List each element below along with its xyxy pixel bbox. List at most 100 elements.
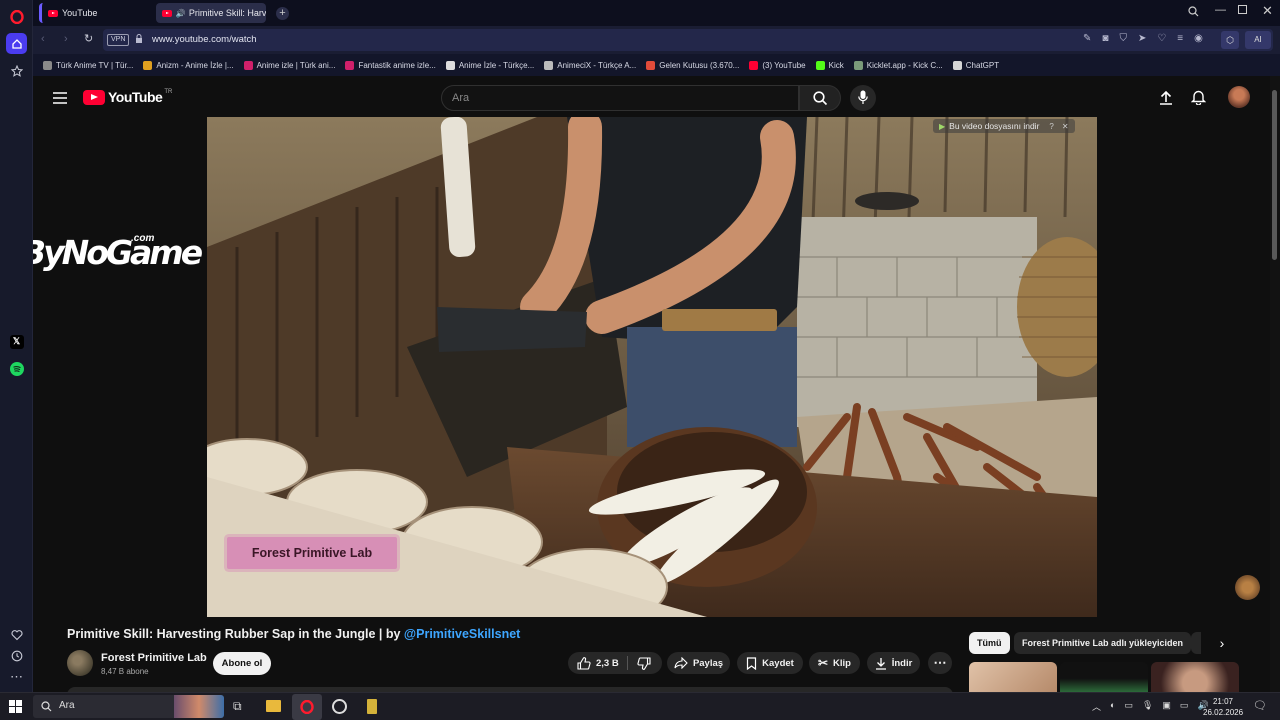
star-icon[interactable] [6,60,27,81]
forward-icon[interactable]: › [64,33,68,45]
youtube-logo[interactable]: YouTube TR [83,89,172,105]
app-taskbar-icon[interactable] [367,699,377,714]
video-player[interactable]: ▶ Bu video dosyasını indir ? ✕ Forest Pr… [207,117,1097,617]
vpn-badge[interactable]: VPN [107,34,130,46]
tab-primitive-skill[interactable]: 🔊 Primitive Skill: Harvest [156,3,266,23]
camera-icon[interactable]: ◙ [1102,33,1108,44]
dislike-button[interactable] [637,657,651,673]
new-tab-button[interactable]: + [276,7,289,20]
bookmark-label: Türk Anime TV | Tür... [56,60,134,70]
channel-handle-link[interactable]: @PrimitiveSkillsnet [404,627,520,641]
chips-next-arrow-icon[interactable]: › [1210,632,1234,654]
url-field[interactable]: VPN www.youtube.com/watch ✎ ◙ ⛉ ➤ ♡ ≡ ◉ … [103,29,1273,51]
bookmark-item[interactable]: Fantastik anime izle... [345,60,436,70]
user-avatar[interactable] [1228,86,1250,108]
history-clock-icon[interactable] [6,645,27,666]
microphone-icon[interactable]: 🎙 [1142,700,1153,713]
file-explorer-icon[interactable] [266,700,281,712]
search-button[interactable] [799,85,841,111]
notification-center-icon[interactable]: 🗨 [1253,699,1267,712]
notifications-bell-icon[interactable] [1190,89,1207,110]
share-button[interactable]: Paylaş [667,652,730,674]
like-button[interactable]: 2,3 B [577,656,619,670]
bookmark-item[interactable]: Kick [815,60,844,70]
tab-label: Primitive Skill: Harvest [188,8,266,18]
download-button[interactable]: İndir [867,652,920,674]
chip-all[interactable]: Tümü [969,632,1010,654]
bookmarks-bar: Türk Anime TV | Tür... Anizm - Anime İzle… [33,54,1280,76]
display-icon[interactable]: ▣ [1162,700,1171,713]
search-input[interactable]: Ara [441,85,799,111]
search-tabs-icon[interactable] [1188,6,1199,20]
opera-logo-icon[interactable] [6,6,27,27]
back-icon[interactable]: ‹ [41,33,45,45]
hamburger-menu-icon[interactable] [53,91,67,109]
tab-youtube[interactable]: YouTube [39,3,151,23]
task-view-icon[interactable]: ⧉ [233,699,242,714]
tray-app-icon[interactable]: ▭ [1124,700,1133,713]
page-scrollbar[interactable] [1270,76,1280,692]
send-icon[interactable]: ➤ [1138,33,1146,44]
close-window-button[interactable]: ✕ [1262,3,1273,19]
ai-label: AI [1254,35,1262,44]
edit-icon[interactable]: ✎ [1083,33,1091,44]
upload-icon[interactable] [1159,90,1173,110]
bookmark-item[interactable]: Anime izle | Türk ani... [243,60,335,70]
reload-icon[interactable]: ↻ [84,32,93,45]
download-overlay-label: Bu video dosyasını indir [949,121,1040,131]
bookmark-favicon-icon [243,60,253,70]
app-taskbar-icon[interactable] [332,699,347,714]
more-dots-icon[interactable]: ⋯ [6,666,27,687]
scrollbar-thumb[interactable] [1272,90,1277,260]
taskbar-search[interactable]: Ara [33,695,224,718]
tray-app-icon[interactable]: ◐ [1110,700,1115,713]
chip-partial[interactable] [1191,632,1201,654]
windows-start-icon[interactable] [9,700,22,718]
home-icon[interactable] [6,33,27,54]
chip-uploader[interactable]: Forest Primitive Lab adlı yükleyiciden [1014,632,1192,654]
bookmark-item[interactable]: Gelen Kutusu (3.670... [646,60,739,70]
thumbs-up-icon [577,656,591,670]
floating-channel-avatar[interactable] [1235,575,1260,600]
recommended-thumbnail[interactable] [969,662,1057,692]
recommended-thumbnail[interactable] [1060,662,1148,692]
bookmark-item[interactable]: Anizm - Anime İzle |... [143,60,234,70]
heart-icon[interactable]: ♡ [1157,33,1166,44]
clip-button[interactable]: ✂ Klip [809,652,860,674]
extensions-icon[interactable]: ⬡ [1221,31,1239,49]
spotify-icon[interactable] [6,358,27,379]
like-count: 2,3 B [596,657,619,669]
tray-chevron-icon[interactable]: ︿ [1092,700,1101,713]
more-actions-button[interactable]: ⋯ [928,652,952,674]
heart-icon[interactable] [6,624,27,645]
x-twitter-icon[interactable]: 𝕏 [6,331,27,352]
subscribe-button[interactable]: Abone ol [213,652,271,675]
download-video-overlay[interactable]: ▶ Bu video dosyasını indir ? ✕ [933,119,1075,133]
overlay-help-icon[interactable]: ? [1049,122,1053,131]
bookmark-item[interactable]: Kicklet.app - Kick C... [853,60,943,70]
voice-search-button[interactable] [850,85,876,111]
menu-icon[interactable]: ≡ [1177,33,1183,44]
share-icon [674,657,688,669]
bookmark-item[interactable]: Anime İzle - Türkçe... [445,60,534,70]
save-button[interactable]: Kaydet [737,652,803,674]
bookmark-favicon-icon [544,60,554,70]
maximize-button[interactable] [1238,5,1247,14]
windows-taskbar: Ara ⧉ ︿ ◐ ▭ 🎙 ▣ ▭ 🔊 21:07 26.02.2026 🗨 [0,692,1280,720]
recommended-thumbnail[interactable] [1151,662,1239,692]
minimize-button[interactable]: — [1215,4,1226,16]
bookmark-item[interactable]: ChatGPT [952,60,999,70]
ai-button[interactable]: AI [1245,31,1271,49]
overlay-close-icon[interactable]: ✕ [1062,122,1069,131]
bookmark-item[interactable]: (3) YouTube [749,60,806,70]
clock[interactable]: 21:07 26.02.2026 [1203,696,1243,718]
channel-name[interactable]: Forest Primitive Lab [101,652,207,664]
shield-icon[interactable]: ⛉ [1119,33,1127,44]
url-text[interactable]: www.youtube.com/watch [152,34,257,45]
bookmark-item[interactable]: AnimeciX - Türkçe A... [544,60,636,70]
network-icon[interactable]: ▭ [1180,700,1189,713]
channel-avatar[interactable] [67,650,93,676]
profile-icon[interactable]: ◉ [1194,33,1203,44]
opera-taskbar-button[interactable] [292,694,322,720]
bookmark-item[interactable]: Türk Anime TV | Tür... [43,60,134,70]
